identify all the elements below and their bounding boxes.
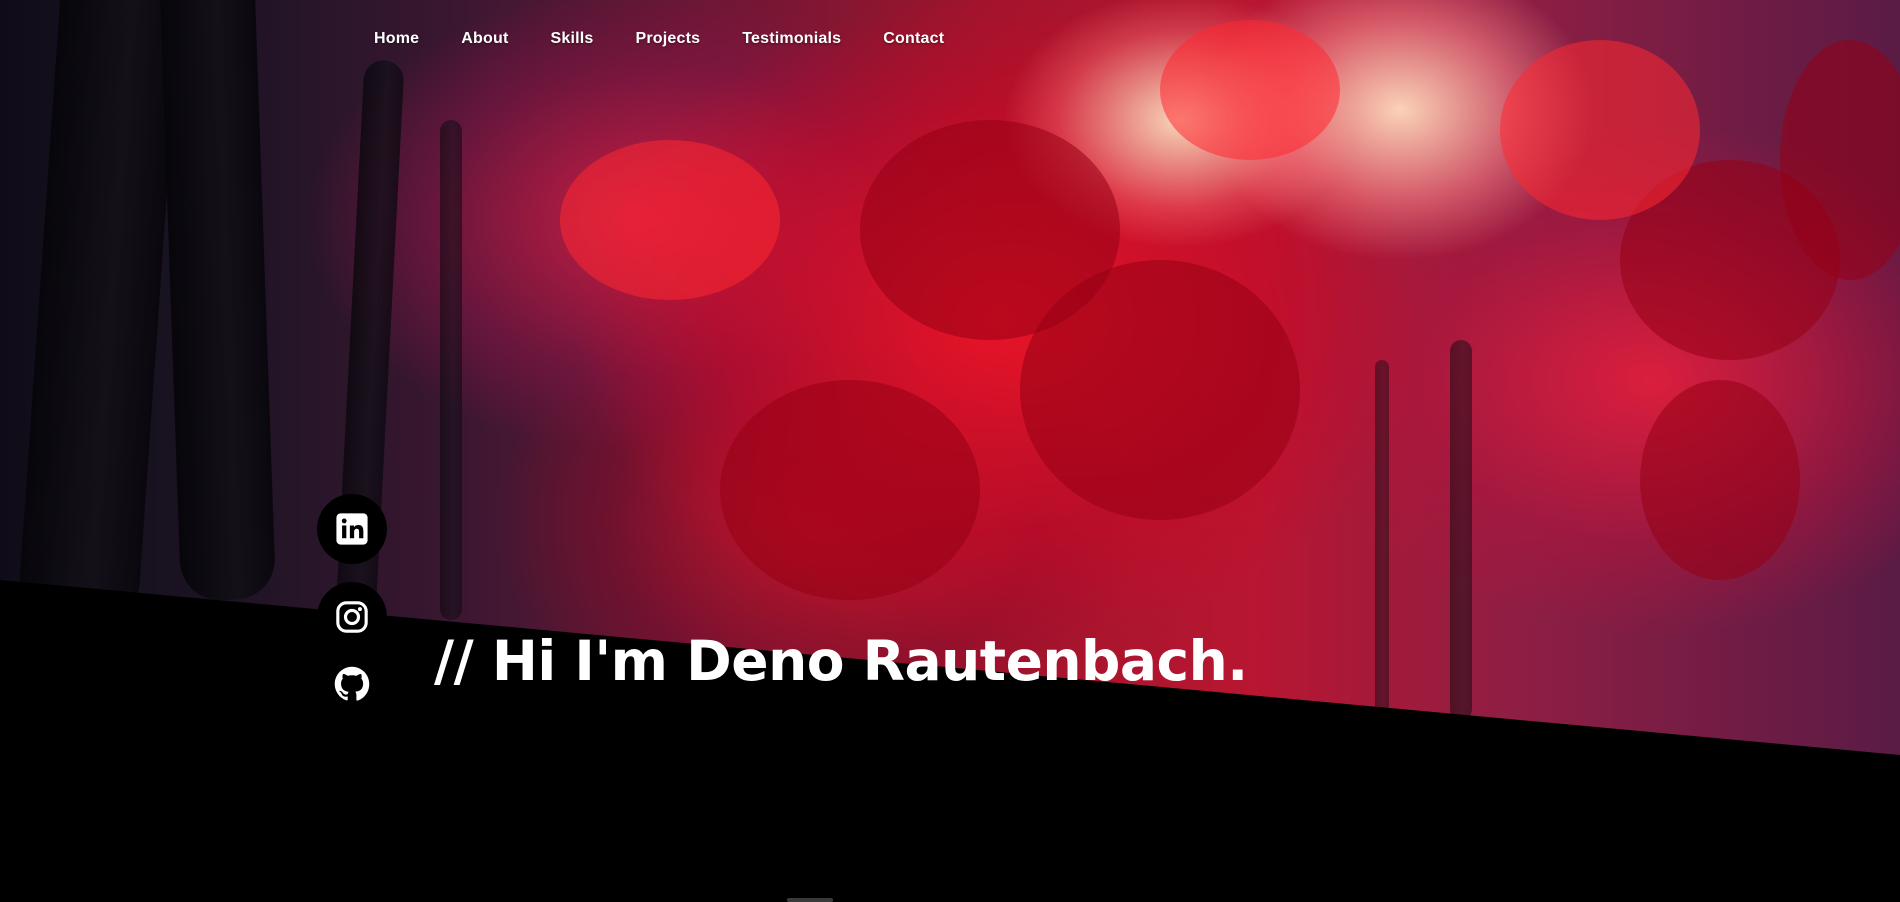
page: Home About Skills Projects Testimonials … (0, 0, 1900, 902)
github-link[interactable] (317, 656, 387, 712)
hero-headline: // Hi I'm Deno Rautenbach. (434, 629, 1248, 693)
social-links (317, 494, 387, 712)
linkedin-icon (336, 513, 368, 545)
instagram-link[interactable] (317, 582, 387, 652)
instagram-icon (336, 601, 368, 633)
nav-home-link[interactable]: Home (374, 30, 419, 48)
nav-projects-link[interactable]: Projects (635, 30, 700, 48)
nav-skills-link[interactable]: Skills (550, 30, 593, 48)
nav-about-link[interactable]: About (461, 30, 508, 48)
hero-bottom-band (0, 580, 1900, 902)
linkedin-link[interactable] (317, 494, 387, 564)
nav-contact-link[interactable]: Contact (883, 30, 944, 48)
main-nav: Home About Skills Projects Testimonials … (374, 30, 944, 48)
nav-testimonials-link[interactable]: Testimonials (742, 30, 841, 48)
github-icon (334, 666, 370, 701)
scroll-indicator (787, 898, 833, 902)
